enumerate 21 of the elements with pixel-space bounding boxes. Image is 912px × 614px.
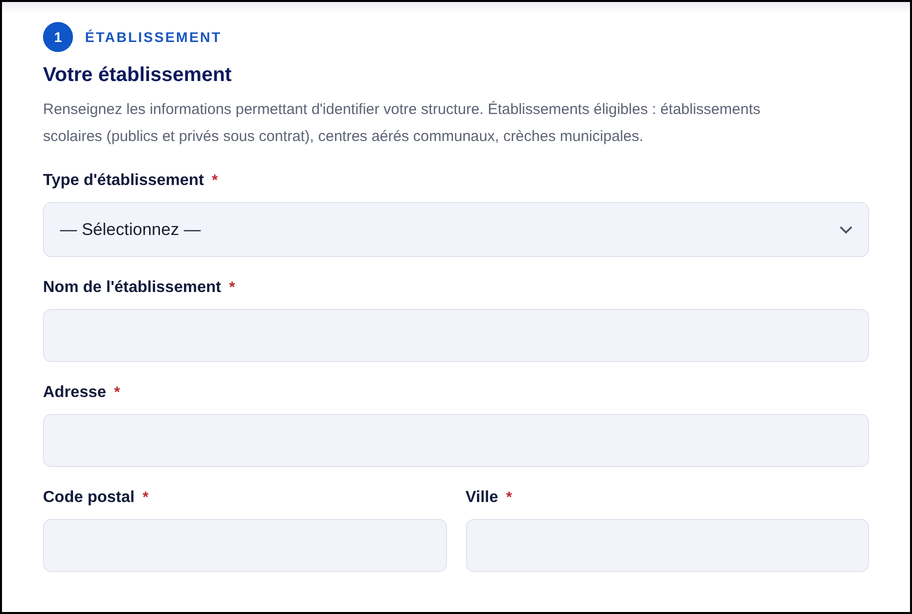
- field-label: Adresse: [43, 383, 106, 403]
- field-label: Code postal: [43, 488, 135, 508]
- required-mark: *: [114, 382, 120, 403]
- chevron-down-icon: [840, 226, 852, 234]
- input-field[interactable]: [466, 519, 869, 572]
- select-field[interactable]: — Sélectionnez —: [43, 202, 869, 257]
- step-label: ÉTABLISSEMENT: [85, 28, 222, 46]
- input-field[interactable]: [43, 414, 869, 467]
- required-mark: *: [212, 170, 218, 191]
- required-mark: *: [229, 278, 235, 298]
- field-label: Ville: [466, 488, 498, 508]
- field-label: Type d'établissement: [43, 171, 204, 191]
- step-number: 1: [43, 22, 73, 52]
- required-mark: *: [506, 488, 512, 508]
- select-value: — Sélectionnez —: [60, 218, 201, 241]
- section-description: Renseignez les informations permettant d'identifier votre structure. Établissements éligibles : établissements scolaires (publics et privés sous contrat), centres aérés communaux, crèches municipales.: [43, 100, 762, 147]
- section-title: Votre établissement: [43, 63, 233, 88]
- required-mark: *: [142, 488, 148, 508]
- field-label: Nom de l'établissement: [43, 278, 222, 298]
- input-field[interactable]: [43, 309, 869, 362]
- input-field[interactable]: [43, 519, 446, 572]
